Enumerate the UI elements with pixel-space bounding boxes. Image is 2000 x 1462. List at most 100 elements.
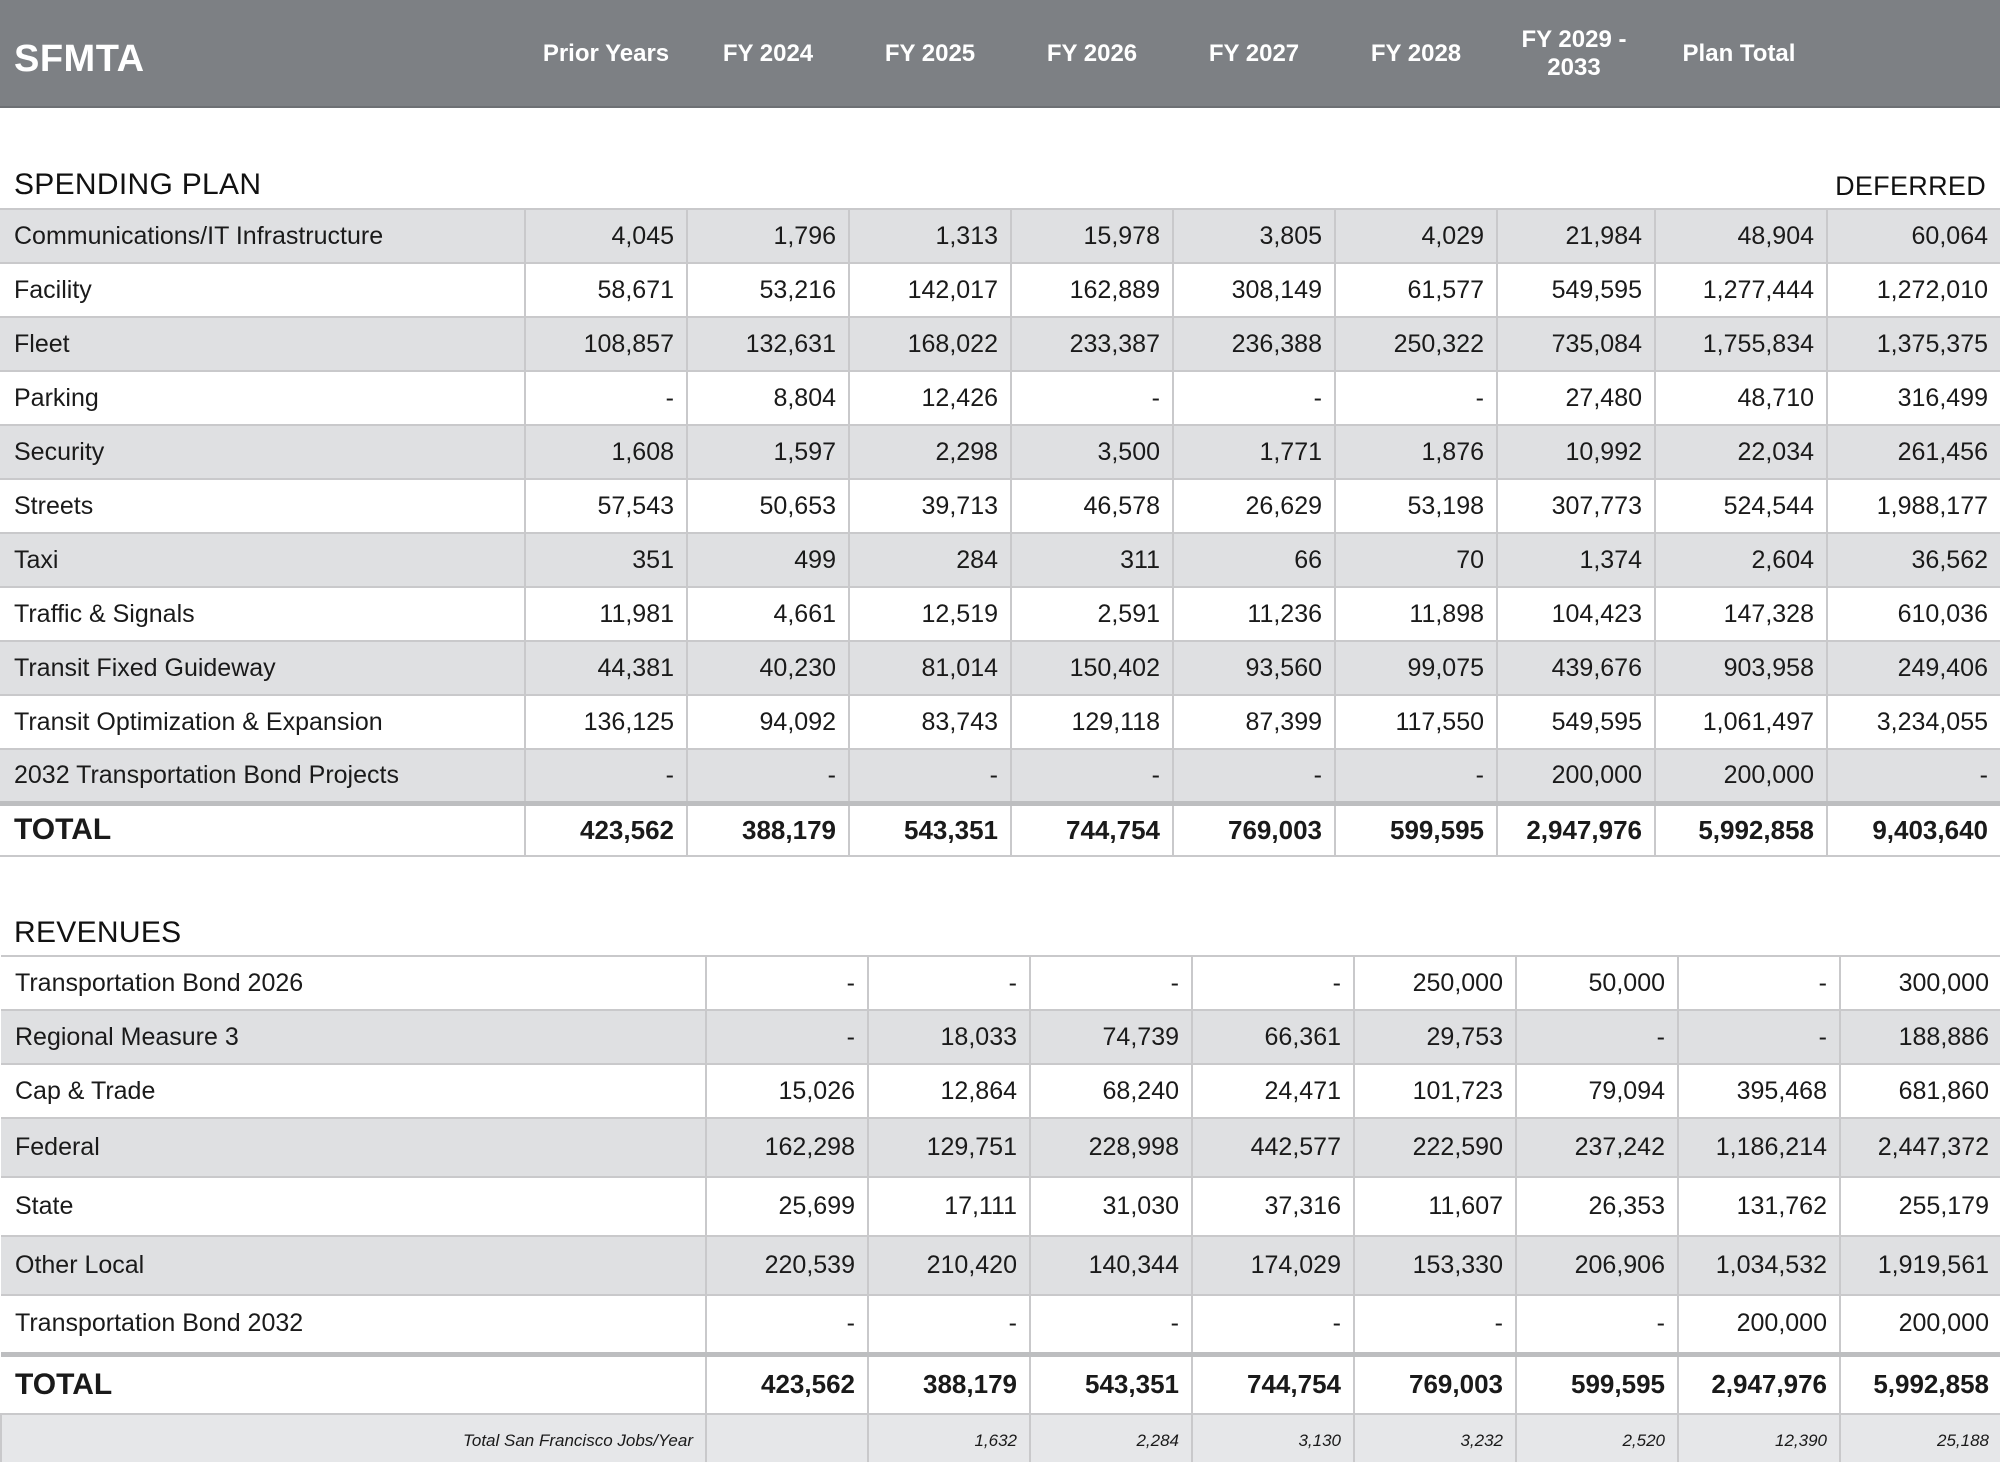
value-cell: 26,353 — [1515, 1176, 1679, 1237]
value-cell: 46,578 — [1010, 478, 1174, 534]
col-header-prior-years: Prior Years — [542, 40, 670, 67]
value-cell: - — [848, 748, 1012, 804]
value-cell: - — [686, 748, 850, 804]
value-cell: - — [1172, 748, 1336, 804]
row-label: Cap & Trade — [1, 1063, 707, 1119]
value-cell: 442,577 — [1191, 1117, 1355, 1178]
row-label: 2032 Transportation Bond Projects — [0, 748, 526, 804]
row-label: Streets — [0, 478, 526, 534]
revenue-row-other-local: Other Local 220,539 210,420 140,344 174,029 1… — [1, 1235, 2000, 1296]
revenue-row-federal: Federal 162,298 129,751 228,998 442,577 222,5… — [1, 1117, 2000, 1178]
value-cell: 142,017 — [848, 262, 1012, 318]
value-cell: - — [1515, 1009, 1679, 1065]
col-header-plan-total: Plan Total — [1682, 40, 1796, 67]
jobs-value-cell: 1,632 — [867, 1413, 1031, 1462]
value-cell: 250,000 — [1353, 955, 1517, 1011]
value-cell: 24,471 — [1191, 1063, 1355, 1119]
revenues-total-row: TOTAL 423,562 388,179 543,351 744,754 769,003… — [1, 1351, 2000, 1415]
revenues-title: REVENUES — [14, 916, 182, 949]
spending-row-traffic-signals: Traffic & Signals 11,981 4,661 12,519 2,591 1… — [0, 586, 2000, 642]
value-cell: 140,344 — [1029, 1235, 1193, 1296]
value-cell: - — [1010, 748, 1174, 804]
value-cell: 17,111 — [867, 1176, 1031, 1237]
deferred-column-label: DEFERRED — [1835, 171, 1986, 201]
value-cell: 549,595 — [1496, 262, 1656, 318]
value-cell: - — [867, 1294, 1031, 1355]
value-cell: 2,947,976 — [1677, 1351, 1841, 1415]
row-label: Transit Fixed Guideway — [0, 640, 526, 696]
value-cell: - — [705, 1009, 869, 1065]
value-cell: - — [1029, 955, 1193, 1011]
value-cell: 206,906 — [1515, 1235, 1679, 1296]
value-cell: 188,886 — [1839, 1009, 2000, 1065]
value-cell: 153,330 — [1353, 1235, 1517, 1296]
jobs-value-cell: 2,520 — [1515, 1413, 1679, 1462]
value-cell: 50,653 — [686, 478, 850, 534]
col-header-fy2029-2033: FY 2029 - 2033 — [1521, 26, 1627, 81]
value-cell: 3,805 — [1172, 208, 1336, 264]
value-cell: 15,026 — [705, 1063, 869, 1119]
col-header-fy2028: FY 2028 — [1370, 40, 1462, 67]
value-cell: 681,860 — [1839, 1063, 2000, 1119]
value-cell: 48,904 — [1654, 208, 1828, 264]
value-cell: 744,754 — [1010, 800, 1174, 857]
value-cell: 11,607 — [1353, 1176, 1517, 1237]
value-cell: 8,804 — [686, 370, 850, 426]
value-cell: 255,179 — [1839, 1176, 2000, 1237]
value-cell: 58,671 — [524, 262, 688, 318]
value-cell: 300,000 — [1839, 955, 2000, 1011]
value-cell: 5,992,858 — [1839, 1351, 2000, 1415]
row-label: Parking — [0, 370, 526, 426]
value-cell: 57,543 — [524, 478, 688, 534]
value-cell: 11,898 — [1334, 586, 1498, 642]
value-cell: 423,562 — [705, 1351, 869, 1415]
value-cell: 4,045 — [524, 208, 688, 264]
row-label: TOTAL — [0, 800, 526, 857]
row-label: Traffic & Signals — [0, 586, 526, 642]
value-cell: 53,216 — [686, 262, 850, 318]
value-cell: 524,544 — [1654, 478, 1828, 534]
value-cell: 284 — [848, 532, 1012, 588]
value-cell: - — [1334, 370, 1498, 426]
value-cell: - — [1334, 748, 1498, 804]
col-header-fy2024: FY 2024 — [722, 40, 814, 67]
value-cell: - — [705, 1294, 869, 1355]
value-cell: 599,595 — [1334, 800, 1498, 857]
jobs-value-cell — [705, 1413, 869, 1462]
row-label: Federal — [1, 1117, 707, 1178]
value-cell: 26,629 — [1172, 478, 1336, 534]
spending-row-2032-transportation-bond-projects: 2032 Transportation Bond Projects - - - - - -2… — [0, 748, 2000, 804]
value-cell: 81,014 — [848, 640, 1012, 696]
jobs-value-cell: 25,188 — [1839, 1413, 2000, 1462]
value-cell: 769,003 — [1353, 1351, 1517, 1415]
value-cell: 4,661 — [686, 586, 850, 642]
value-cell: 66 — [1172, 532, 1336, 588]
col-header-fy2025: FY 2025 — [884, 40, 976, 67]
value-cell: - — [1029, 1294, 1193, 1355]
row-label: Security — [0, 424, 526, 480]
value-cell: 599,595 — [1515, 1351, 1679, 1415]
value-cell: 1,277,444 — [1654, 262, 1828, 318]
value-cell: 388,179 — [686, 800, 850, 857]
value-cell: 610,036 — [1826, 586, 2000, 642]
value-cell: 99,075 — [1334, 640, 1498, 696]
value-cell: 15,978 — [1010, 208, 1174, 264]
value-cell: 311 — [1010, 532, 1174, 588]
value-cell: 308,149 — [1172, 262, 1336, 318]
value-cell: 3,234,055 — [1826, 694, 2000, 750]
jobs-row-label: Total San Francisco Jobs/Year — [0, 1413, 707, 1462]
value-cell: - — [867, 955, 1031, 1011]
value-cell: 744,754 — [1191, 1351, 1355, 1415]
value-cell: 200,000 — [1496, 748, 1656, 804]
spending-plan-table: Communications/IT Infrastructure 4,045 1,7… — [0, 208, 2000, 857]
value-cell: 60,064 — [1826, 208, 2000, 264]
value-cell: 70 — [1334, 532, 1498, 588]
value-cell: 1,186,214 — [1677, 1117, 1841, 1178]
value-cell: 61,577 — [1334, 262, 1498, 318]
value-cell: 129,118 — [1010, 694, 1174, 750]
spending-row-security: Security 1,608 1,597 2,298 3,500 1,771 1,876 10… — [0, 424, 2000, 480]
value-cell: 549,595 — [1496, 694, 1656, 750]
value-cell: 31,030 — [1029, 1176, 1193, 1237]
value-cell: 233,387 — [1010, 316, 1174, 372]
value-cell: 12,519 — [848, 586, 1012, 642]
